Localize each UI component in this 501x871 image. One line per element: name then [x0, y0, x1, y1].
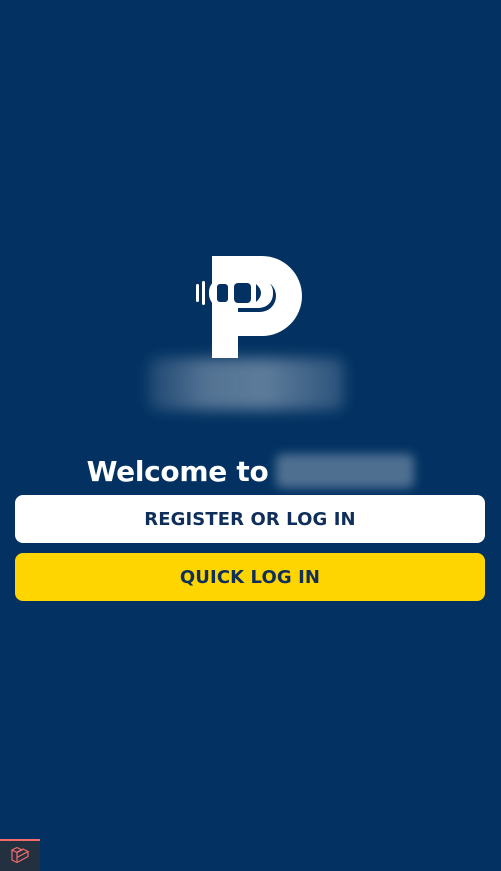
welcome-heading: Welcome to — [0, 451, 501, 491]
welcome-brand-redacted — [276, 454, 415, 488]
laravel-icon — [10, 846, 30, 864]
parking-p-car-logo-icon — [196, 256, 302, 358]
quick-login-label: QUICK LOG IN — [179, 566, 321, 588]
brand-name-redacted — [148, 358, 344, 410]
quick-login-button[interactable]: QUICK LOG IN — [15, 553, 485, 601]
welcome-text: Welcome to — [86, 454, 269, 488]
register-or-login-button[interactable]: REGISTER OR LOG IN — [15, 495, 485, 543]
register-or-login-label: REGISTER OR LOG IN — [144, 508, 356, 530]
app-logo — [190, 254, 306, 360]
dev-toolbar-badge[interactable] — [0, 839, 40, 871]
